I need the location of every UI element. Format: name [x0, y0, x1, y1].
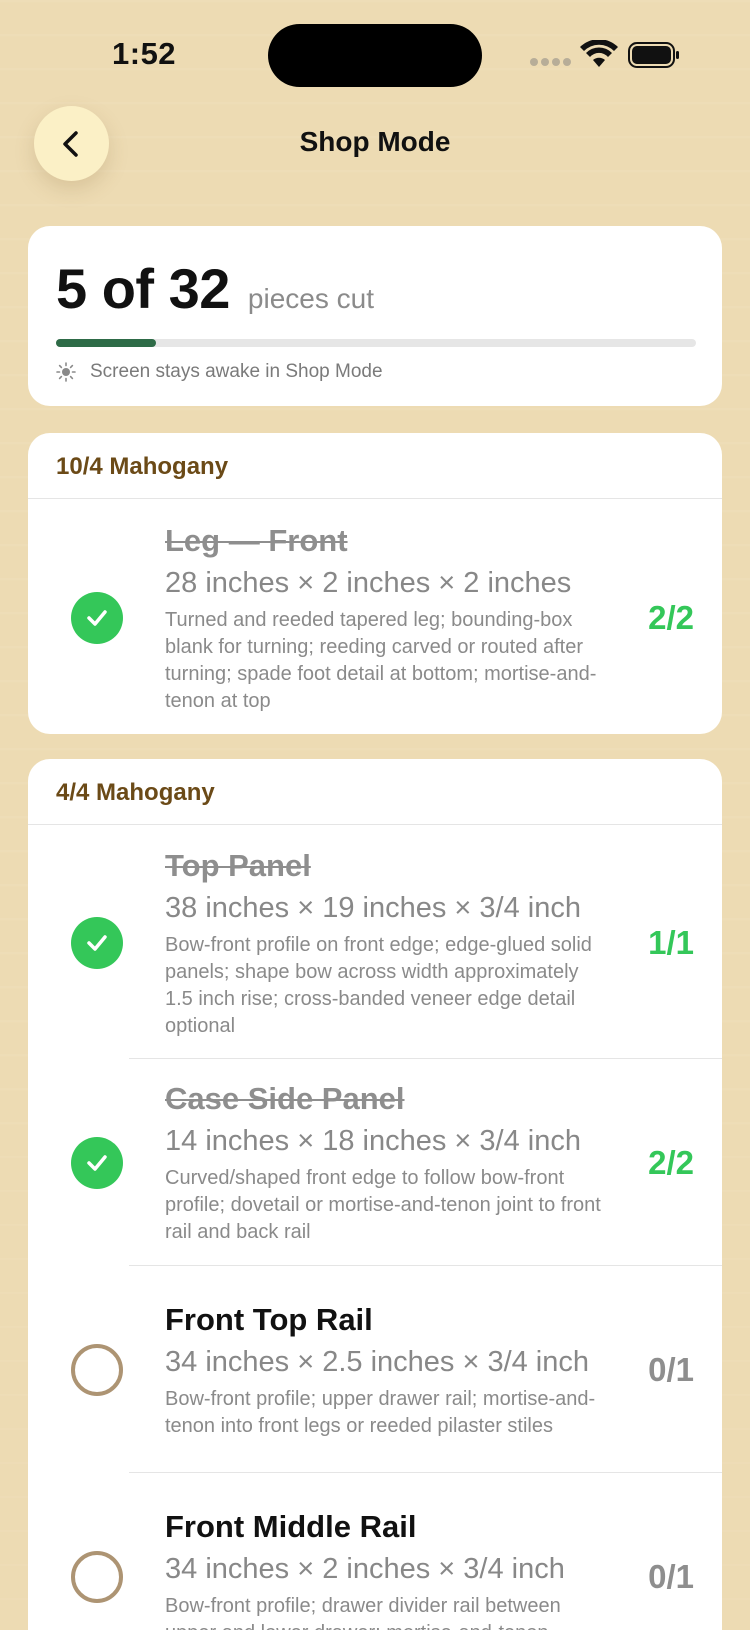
empty-circle-icon[interactable] [71, 1343, 123, 1396]
piece-count: 2/2 [648, 1143, 694, 1181]
piece-name: Front Middle Rail [165, 1508, 417, 1544]
piece-name: Case Side Panel [165, 1081, 405, 1116]
checkmark-icon[interactable] [71, 591, 123, 644]
battery-icon [628, 42, 679, 68]
piece-dimensions: 34 inches × 2 inches × 3/4 inch [165, 1552, 565, 1585]
progress-summary: 5 of 32 pieces cut [56, 256, 694, 321]
progress-card: 5 of 32 pieces cut Screen stays awake in… [28, 226, 722, 406]
piece-count: 0/1 [648, 1557, 694, 1595]
piece-notes: Turned and reeded tapered leg; bounding-… [165, 608, 597, 712]
progress-bar-fill [56, 339, 156, 347]
piece-dimensions: 34 inches × 2.5 inches × 3/4 inch [165, 1345, 590, 1378]
piece-row[interactable]: Front Top Rail 34 inches × 2.5 inches × … [28, 1265, 722, 1472]
status-time: 1:52 [112, 36, 177, 71]
screen-awake-note: Screen stays awake in Shop Mode [56, 361, 694, 383]
group-card-4-4-mahogany: 4/4 Mahogany Top Panel 38 inches × 19 in… [28, 759, 722, 1630]
status-bar: 1:52 [0, 0, 750, 110]
piece-notes: Bow-front profile; drawer divider rail b… [165, 1594, 561, 1630]
empty-circle-icon[interactable] [71, 1550, 123, 1603]
piece-row[interactable]: Front Middle Rail 34 inches × 2 inches ×… [28, 1472, 722, 1630]
group-header: 10/4 Mahogany [28, 433, 722, 499]
cut-count: 5 of 32 [56, 257, 230, 320]
piece-row[interactable]: Case Side Panel 14 inches × 18 inches × … [28, 1058, 722, 1265]
piece-dimensions: 14 inches × 18 inches × 3/4 inch [165, 1125, 581, 1157]
page-title: Shop Mode [299, 126, 451, 157]
piece-notes: Curved/shaped front edge to follow bow-f… [165, 1167, 601, 1243]
piece-dimensions: 38 inches × 19 inches × 3/4 inch [165, 891, 581, 924]
screen-awake-text: Screen stays awake in Shop Mode [90, 361, 383, 382]
cut-count-label: pieces cut [247, 283, 374, 314]
group-card-10-4-mahogany: 10/4 Mahogany Leg — Front 28 inches × 2 … [28, 433, 722, 734]
group-header: 4/4 Mahogany [28, 759, 722, 825]
piece-count: 2/2 [648, 598, 694, 636]
cellular-signal-icon [530, 58, 572, 66]
piece-name: Leg — Front [165, 522, 348, 558]
piece-name: Front Top Rail [165, 1301, 373, 1337]
piece-name: Top Panel [165, 847, 311, 883]
wifi-icon [580, 40, 618, 67]
piece-notes: Bow-front profile on front edge; edge-gl… [165, 933, 592, 1037]
checkmark-icon[interactable] [71, 916, 123, 969]
sun-icon [56, 362, 76, 382]
piece-count: 0/1 [648, 1350, 694, 1388]
dynamic-island [268, 24, 482, 87]
piece-row[interactable]: Top Panel 38 inches × 19 inches × 3/4 in… [28, 825, 722, 1058]
checkmark-icon[interactable] [71, 1136, 123, 1189]
piece-dimensions: 28 inches × 2 inches × 2 inches [165, 566, 572, 599]
progress-bar [56, 339, 696, 347]
piece-notes: Bow-front profile; upper drawer rail; mo… [165, 1387, 596, 1437]
piece-count: 1/1 [648, 923, 694, 961]
piece-row[interactable]: Leg — Front 28 inches × 2 inches × 2 inc… [28, 499, 722, 734]
